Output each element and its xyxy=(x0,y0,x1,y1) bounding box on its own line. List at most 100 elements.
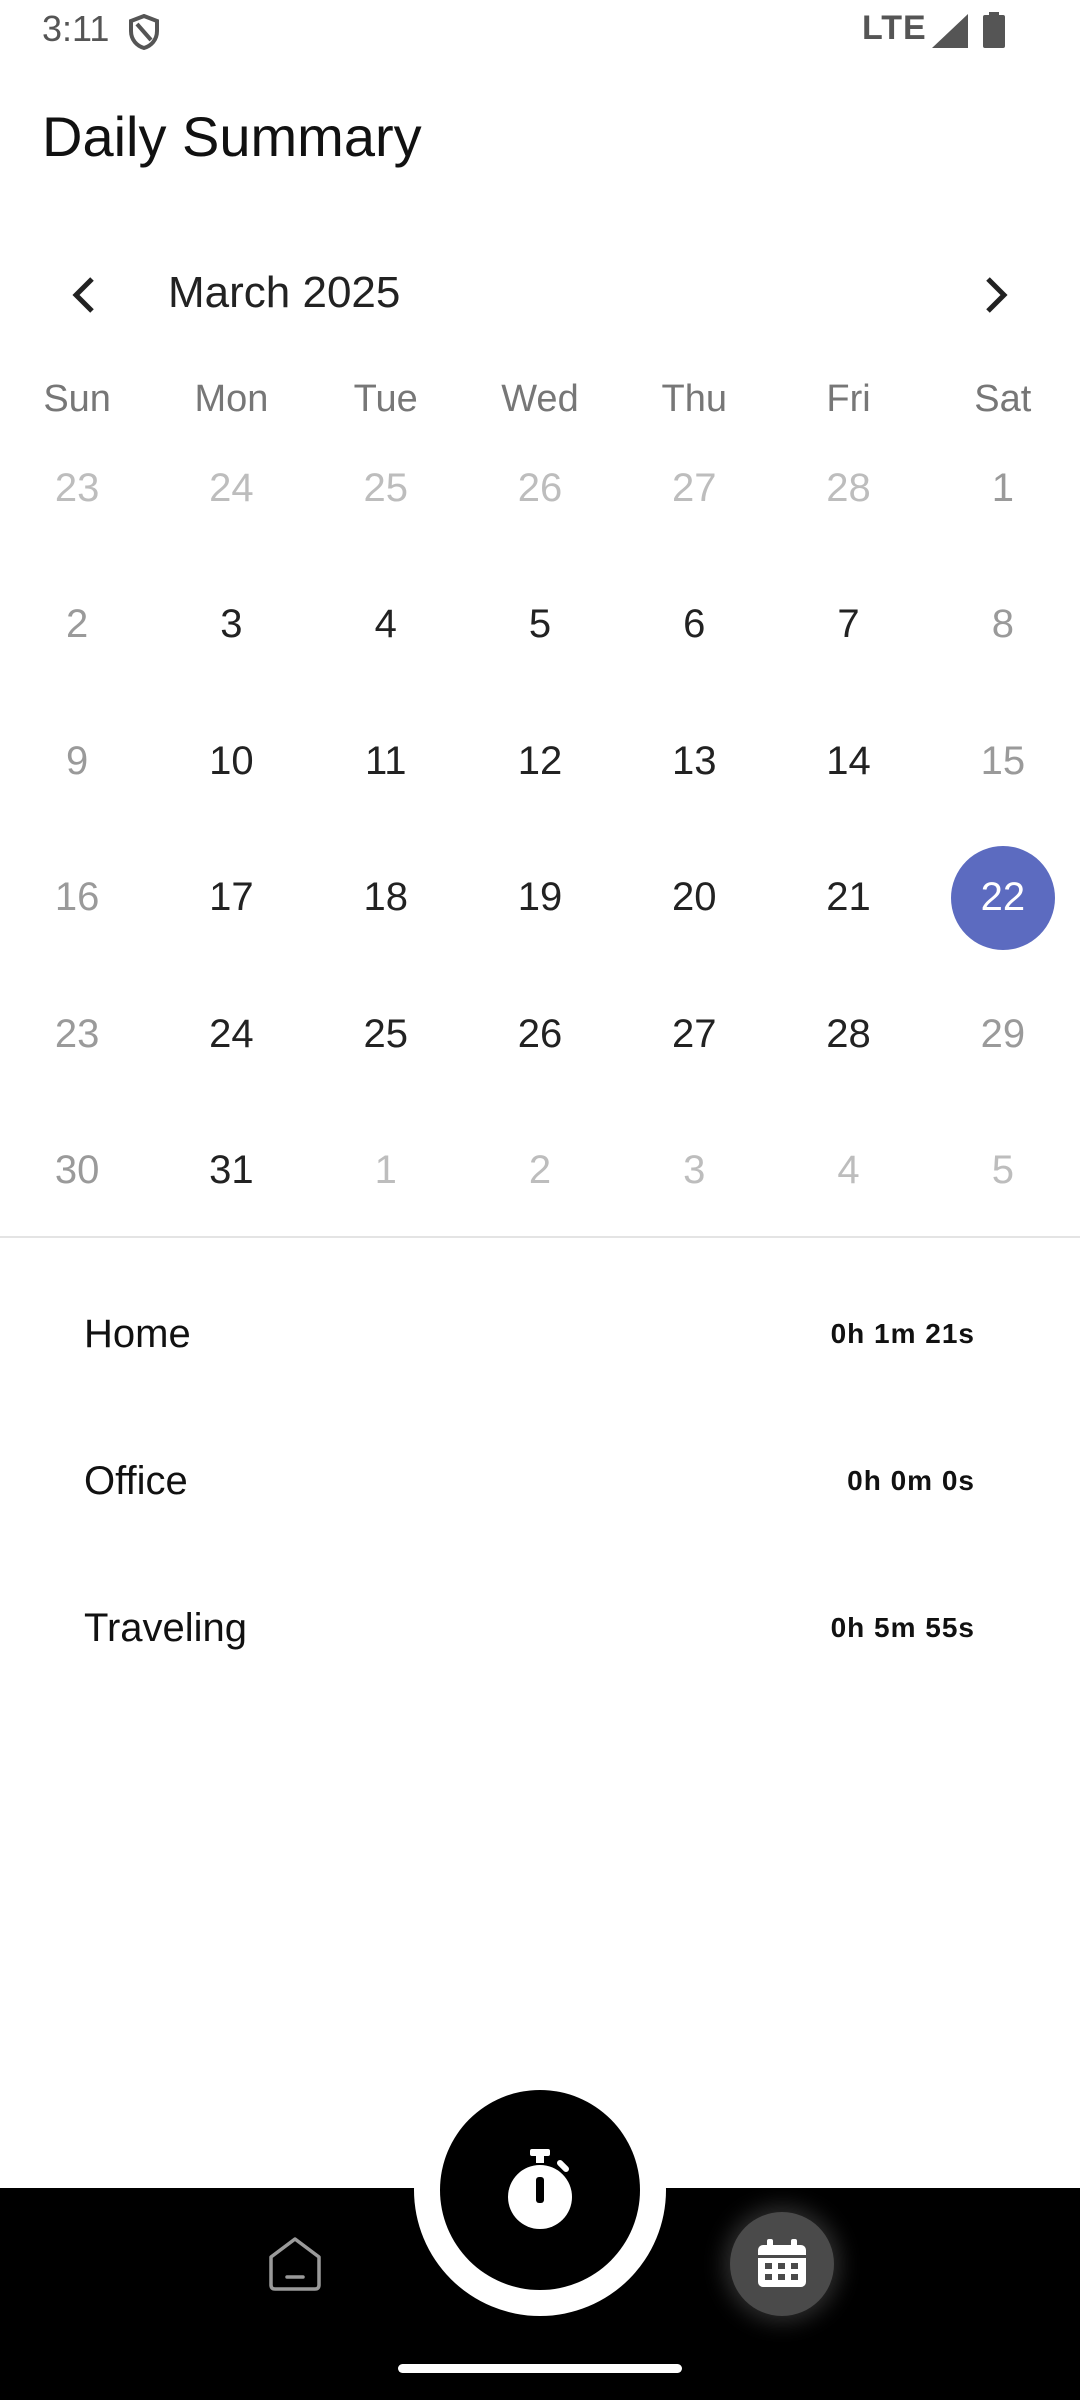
calendar-day-label: 3 xyxy=(220,602,243,647)
calendar-day[interactable]: 19 xyxy=(463,830,617,967)
duration-value: 0h 5m 55s xyxy=(830,1612,975,1643)
calendar-week-row: 9 10 11 12 13 14 15 xyxy=(0,693,1080,830)
calendar-day[interactable]: 24 xyxy=(154,966,308,1103)
calendar-day[interactable]: 12 xyxy=(463,693,617,830)
calendar-day-label: 1 xyxy=(374,1148,397,1193)
calendar-nav-button[interactable] xyxy=(730,2212,834,2316)
calendar-day-label: 25 xyxy=(363,1011,408,1056)
calendar-day[interactable]: 27 xyxy=(617,420,771,557)
calendar-day[interactable]: 28 xyxy=(771,966,925,1103)
calendar-day-label: 18 xyxy=(363,875,408,920)
calendar-day-label: 24 xyxy=(209,465,254,510)
calendar-day[interactable]: 2 xyxy=(0,557,154,694)
calendar-day-label: 8 xyxy=(991,602,1014,647)
calendar-day-label: 30 xyxy=(54,1148,100,1193)
calendar-day[interactable]: 2 xyxy=(463,1103,617,1240)
calendar-day[interactable]: 7 xyxy=(771,557,925,694)
calendar-day[interactable]: 5 xyxy=(463,557,617,694)
calendar-day-label: 10 xyxy=(209,738,254,783)
calendar-day-label: 23 xyxy=(54,465,100,510)
calendar-day[interactable]: 25 xyxy=(309,966,463,1103)
location-name: Traveling xyxy=(84,1606,248,1650)
calendar-day[interactable]: 21 xyxy=(771,830,925,967)
calendar-day[interactable]: 3 xyxy=(617,1103,771,1240)
calendar-day-label: 7 xyxy=(837,602,860,647)
calendar-day-label: 28 xyxy=(826,1011,871,1056)
calendar-day[interactable]: 1 xyxy=(309,1103,463,1240)
calendar-week-row: 2 3 4 5 6 7 8 xyxy=(0,557,1080,694)
calendar-day-label: 31 xyxy=(209,1148,254,1193)
calendar-day-label: 25 xyxy=(363,465,408,510)
calendar-day-label: 2 xyxy=(528,1148,552,1193)
calendar-day[interactable]: 31 xyxy=(154,1103,308,1240)
home-icon xyxy=(269,2237,321,2291)
calendar-day[interactable]: 6 xyxy=(617,557,771,694)
divider xyxy=(0,1236,1080,1238)
calendar-day[interactable]: 23 xyxy=(0,420,154,557)
calendar-day[interactable]: 26 xyxy=(463,966,617,1103)
calendar-icon xyxy=(758,2239,806,2287)
next-month-button[interactable] xyxy=(956,258,1036,332)
calendar-day-label: 20 xyxy=(672,875,717,920)
location-name: Home xyxy=(84,1312,191,1356)
calendar-day-label: 28 xyxy=(826,465,871,510)
calendar-day-label: 23 xyxy=(54,1011,100,1056)
calendar-day-label: 5 xyxy=(528,602,552,647)
battery-icon xyxy=(983,12,1005,48)
calendar-day[interactable]: 15 xyxy=(926,693,1080,830)
calendar-day-label: 16 xyxy=(54,875,100,920)
calendar-day-label: 14 xyxy=(826,738,871,783)
summary-row-traveling[interactable]: Traveling 0h 5m 55s xyxy=(0,1576,1080,1723)
calendar-day[interactable]: 8 xyxy=(926,557,1080,694)
calendar-day[interactable]: 14 xyxy=(771,693,925,830)
calendar-day[interactable]: 26 xyxy=(463,420,617,557)
calendar-day[interactable]: 13 xyxy=(617,693,771,830)
chevron-left-icon xyxy=(72,277,94,313)
signal-icon xyxy=(932,14,968,48)
calendar-day[interactable]: 5 xyxy=(926,1103,1080,1240)
home-nav-button[interactable] xyxy=(252,2228,338,2300)
calendar-day-label: 11 xyxy=(364,738,407,783)
calendar-day[interactable]: 11 xyxy=(309,693,463,830)
location-summary-list: Home 0h 1m 21s Office 0h 0m 0s Traveling… xyxy=(0,1282,1080,1723)
calendar-day-label: 29 xyxy=(980,1011,1026,1056)
shield-icon xyxy=(129,14,159,50)
calendar-day[interactable]: 4 xyxy=(309,557,463,694)
calendar-day[interactable]: 18 xyxy=(309,830,463,967)
calendar-day-label: 26 xyxy=(517,1011,563,1056)
calendar-day[interactable]: 29 xyxy=(926,966,1080,1103)
month-label: March 2025 xyxy=(168,268,401,317)
calendar-day[interactable]: 23 xyxy=(0,966,154,1103)
calendar-day[interactable]: 1 xyxy=(926,420,1080,557)
calendar-day[interactable]: 4 xyxy=(771,1103,925,1240)
calendar-day-label: 15 xyxy=(980,738,1026,783)
calendar-day-selected[interactable]: 22 xyxy=(926,830,1080,967)
calendar-day[interactable]: 24 xyxy=(154,420,308,557)
calendar-day-label: 2 xyxy=(66,602,89,647)
calendar-day-label: 13 xyxy=(672,738,717,783)
summary-row-office[interactable]: Office 0h 0m 0s xyxy=(0,1429,1080,1576)
summary-row-home[interactable]: Home 0h 1m 21s xyxy=(0,1282,1080,1429)
calendar-day[interactable]: 25 xyxy=(309,420,463,557)
chevron-right-icon xyxy=(986,277,1008,313)
calendar-day[interactable]: 3 xyxy=(154,557,308,694)
calendar-day[interactable]: 20 xyxy=(617,830,771,967)
calendar-day[interactable]: 17 xyxy=(154,830,308,967)
calendar-day[interactable]: 10 xyxy=(154,693,308,830)
location-name: Office xyxy=(84,1459,188,1503)
calendar-day[interactable]: 30 xyxy=(0,1103,154,1240)
calendar-day[interactable]: 28 xyxy=(771,420,925,557)
calendar-day-label: 27 xyxy=(672,465,717,510)
calendar-day-label: 9 xyxy=(66,738,89,783)
calendar-day-label: 21 xyxy=(826,875,871,920)
calendar-grid: 23 24 25 26 27 28 1 2 3 4 5 6 7 8 9 10 11 12 13 14 15 16 17 18 1… xyxy=(0,420,1080,1239)
calendar-day-label: 5 xyxy=(991,1148,1014,1193)
calendar-day[interactable]: 16 xyxy=(0,830,154,967)
calendar-day[interactable]: 27 xyxy=(617,966,771,1103)
calendar-day-label: 19 xyxy=(517,875,563,920)
previous-month-button[interactable] xyxy=(44,258,124,332)
calendar-day[interactable]: 9 xyxy=(0,693,154,830)
stopwatch-button[interactable] xyxy=(440,2090,640,2290)
calendar-week-row: 23 24 25 26 27 28 29 xyxy=(0,966,1080,1103)
calendar-day-label: 24 xyxy=(209,1011,254,1056)
